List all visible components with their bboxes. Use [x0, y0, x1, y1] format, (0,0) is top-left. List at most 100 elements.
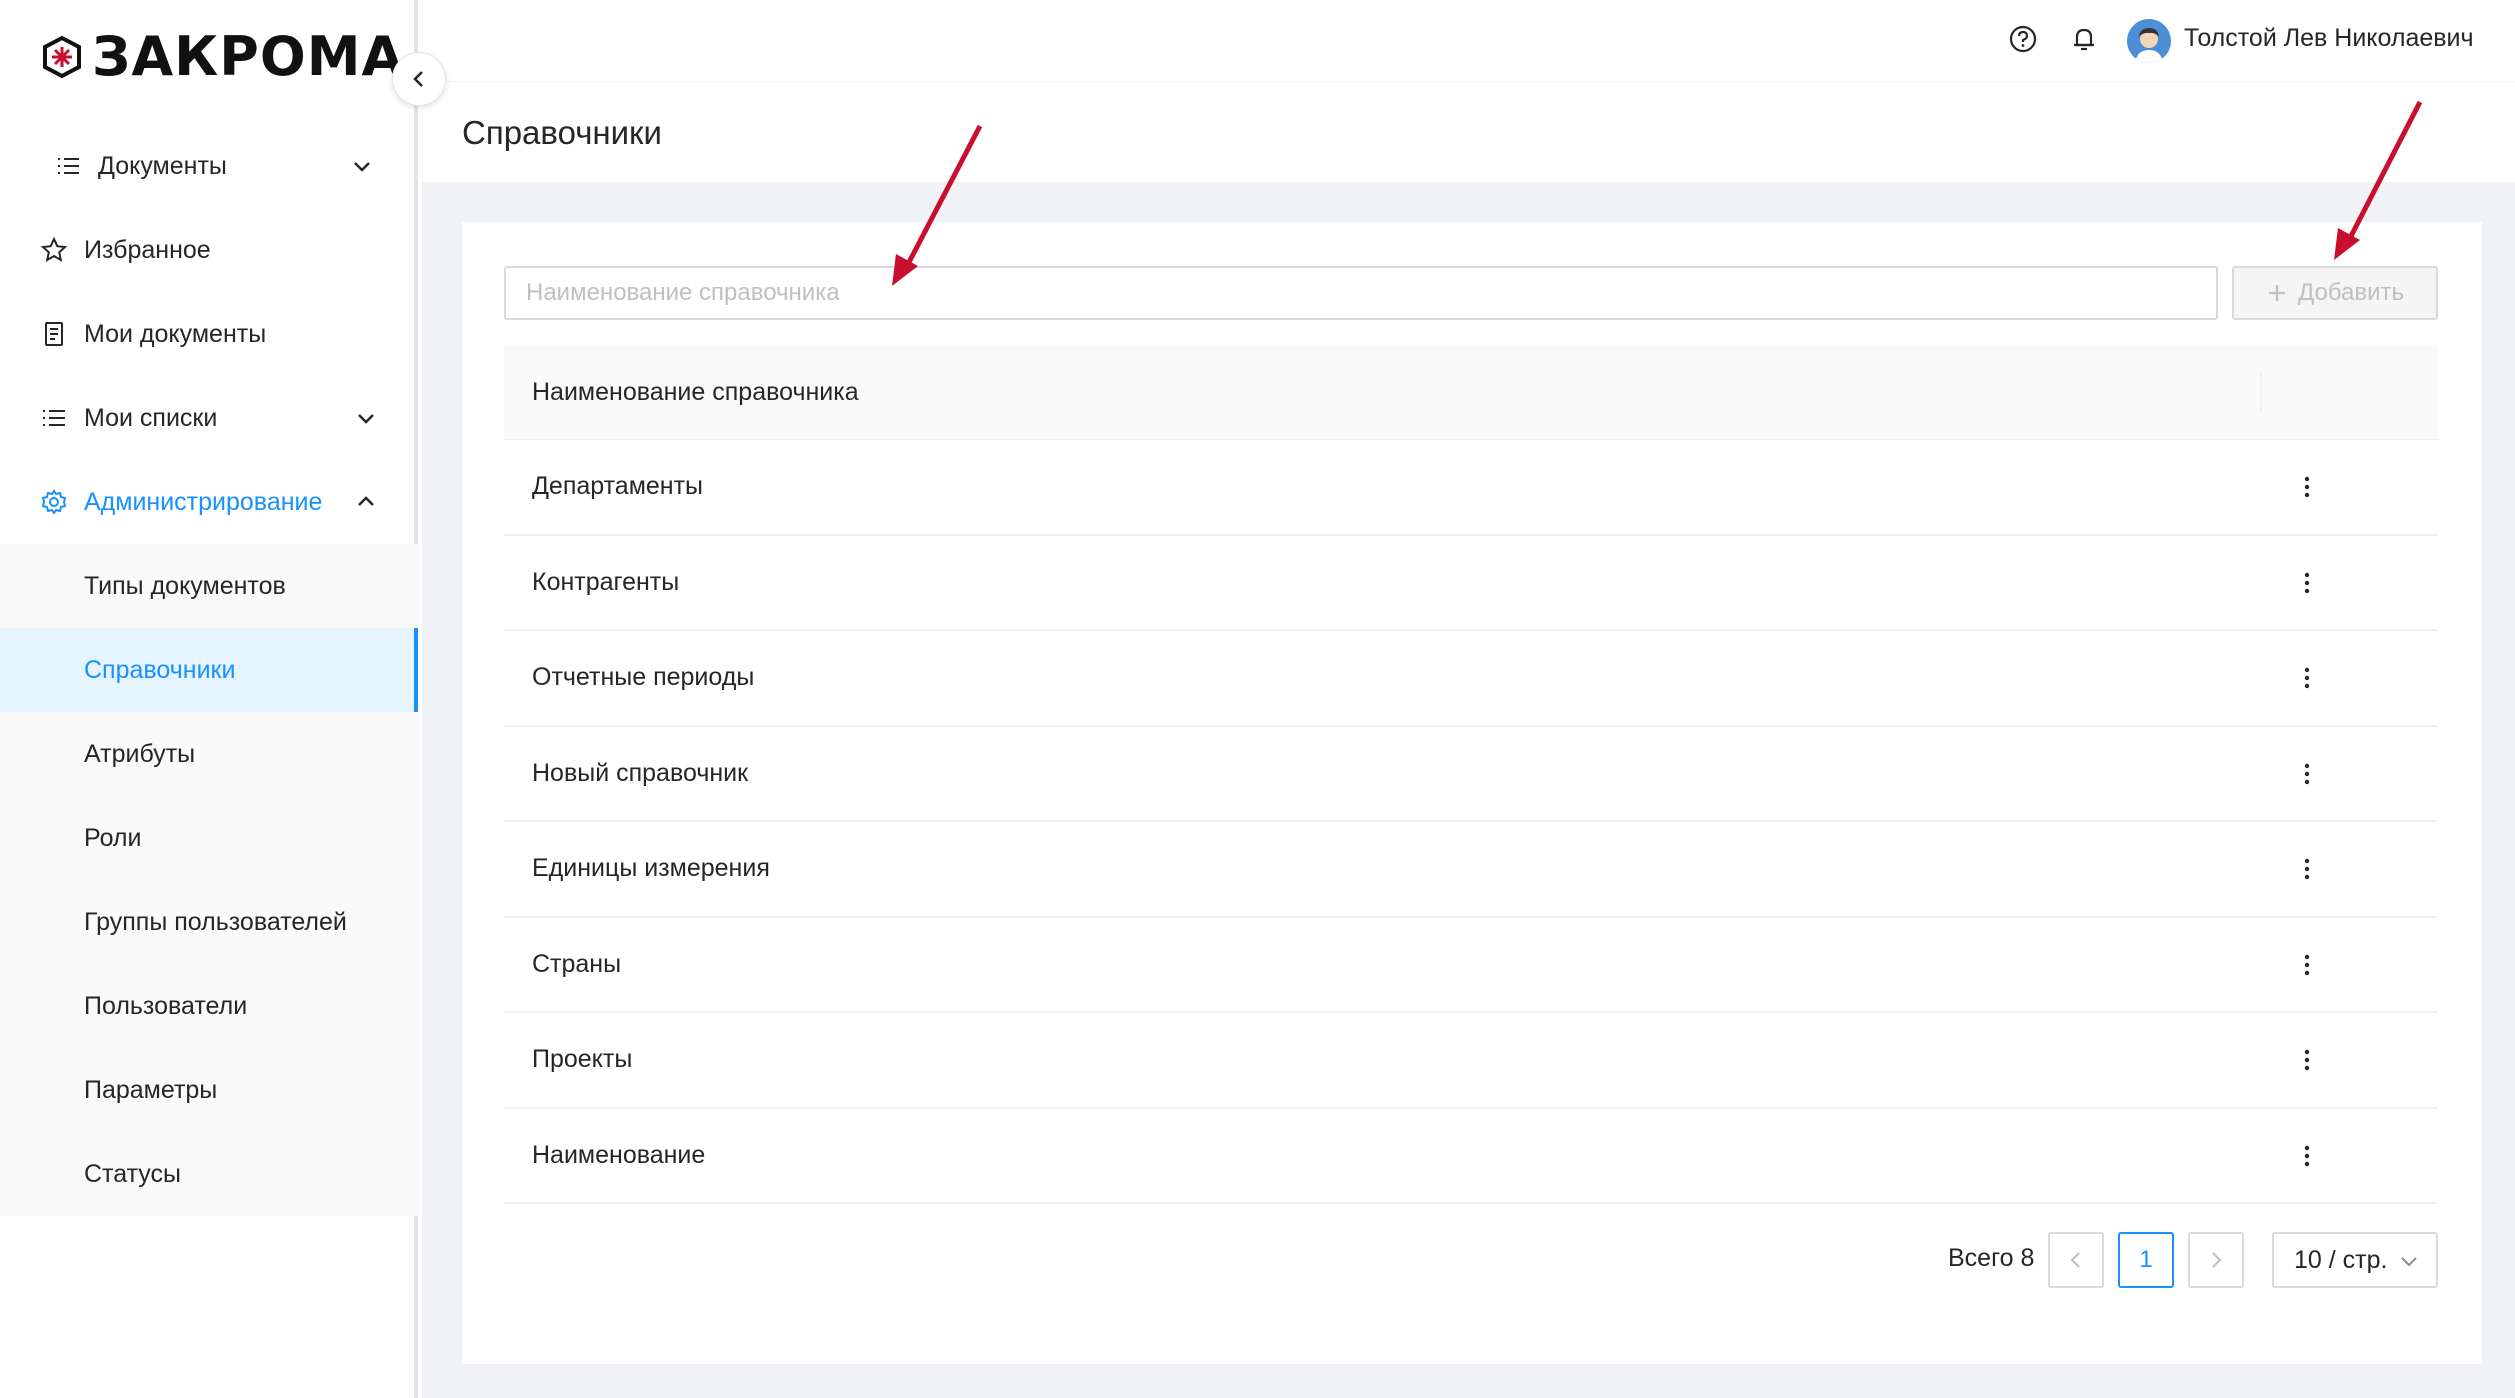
add-button[interactable]: Добавить: [2232, 266, 2438, 320]
sidebar: ЗАКРОМА Документы Избранное Мои документ…: [0, 0, 418, 1398]
column-divider: [2260, 373, 2262, 411]
sidebar-item-roles[interactable]: Роли: [0, 796, 418, 880]
pagination-total: Всего 8: [1948, 1244, 2035, 1272]
add-button-label: Добавить: [2297, 279, 2405, 306]
table-cell-name: Страны: [532, 949, 622, 978]
sidebar-item-label: Справочники: [84, 655, 236, 684]
sidebar-item-label: Группы пользователей: [84, 907, 347, 936]
page-header: Справочники: [422, 82, 2515, 182]
page-size-select[interactable]: 10 / стр.: [2272, 1232, 2438, 1288]
more-actions-button[interactable]: [2292, 854, 2322, 884]
more-vertical-icon: [2304, 476, 2310, 498]
sidebar-item-statuses[interactable]: Статусы: [0, 1132, 418, 1216]
sidebar-item-users[interactable]: Пользователи: [0, 964, 418, 1048]
table-row[interactable]: Проекты: [504, 1013, 2438, 1109]
table-cell-name: Единицы измерения: [532, 854, 770, 883]
page-title: Справочники: [462, 114, 662, 151]
sidebar-item-label: Статусы: [84, 1159, 181, 1188]
user-name[interactable]: Толстой Лев Николаевич: [2184, 24, 2474, 53]
sidebar-item-label: Мои документы: [84, 319, 267, 348]
chevron-down-icon: [358, 414, 374, 424]
sidebar-item-label: Параметры: [84, 1075, 218, 1104]
more-actions-button[interactable]: [2292, 759, 2322, 789]
search-input[interactable]: [504, 266, 2218, 320]
gear-icon: [41, 489, 67, 515]
more-vertical-icon: [2304, 667, 2310, 689]
more-vertical-icon: [2304, 1049, 2310, 1071]
list-icon: [58, 158, 79, 174]
chevron-down-icon: [354, 162, 370, 172]
sidebar-item-documents[interactable]: Документы: [0, 124, 418, 208]
pagination-page-1[interactable]: 1: [2118, 1232, 2174, 1288]
sidebar-collapse-button[interactable]: [392, 52, 446, 106]
table-row[interactable]: Наименование: [504, 1109, 2438, 1204]
more-actions-button[interactable]: [2292, 472, 2322, 502]
logo-icon: [43, 35, 81, 79]
pagination-prev-button[interactable]: [2048, 1232, 2104, 1288]
more-vertical-icon: [2304, 572, 2310, 593]
sidebar-item-attributes[interactable]: Атрибуты: [0, 712, 418, 796]
more-vertical-icon: [2304, 858, 2310, 880]
annotation-arrow-search: [892, 124, 983, 286]
chevron-left-icon: [2070, 1252, 2080, 1268]
sidebar-item-user-groups[interactable]: Группы пользователей: [0, 880, 418, 964]
sidebar-item-my-lists[interactable]: Мои списки: [0, 376, 418, 460]
more-actions-button[interactable]: [2292, 1141, 2322, 1171]
table-row[interactable]: Отчетные периоды: [504, 631, 2438, 727]
table-cell-name: Контрагенты: [532, 567, 680, 596]
help-icon: [2009, 25, 2037, 53]
sidebar-item-parameters[interactable]: Параметры: [0, 1048, 418, 1132]
table-row[interactable]: Новый справочник: [504, 727, 2438, 822]
plus-icon: [2268, 285, 2285, 301]
sidebar-item-administration[interactable]: Администрирование: [0, 460, 418, 544]
sidebar-item-directories[interactable]: Справочники: [0, 628, 418, 712]
table-cell-name: Новый справочник: [532, 758, 749, 787]
table-cell-name: Департаменты: [532, 472, 704, 501]
chevron-up-icon: [358, 496, 374, 506]
table-cell-name: Проекты: [532, 1045, 633, 1074]
sidebar-item-label: Администрирование: [84, 487, 323, 516]
top-header: Толстой Лев Николаевич: [422, 0, 2515, 82]
annotation-arrow-add: [2334, 100, 2423, 260]
logo[interactable]: ЗАКРОМА: [40, 28, 404, 86]
notifications-button[interactable]: [2067, 22, 2101, 56]
help-button[interactable]: [2006, 22, 2040, 56]
table-cell-name: Отчетные периоды: [532, 663, 755, 692]
chevron-left-icon: [413, 71, 423, 87]
sidebar-item-label: Избранное: [84, 235, 211, 264]
more-actions-button[interactable]: [2292, 1045, 2322, 1075]
pagination-next-button[interactable]: [2188, 1232, 2244, 1288]
table-header: Наименование справочника: [504, 345, 2438, 440]
sidebar-item-my-documents[interactable]: Мои документы: [0, 292, 418, 376]
more-vertical-icon: [2304, 954, 2310, 975]
more-actions-button[interactable]: [2292, 663, 2322, 693]
sidebar-item-label: Документы: [98, 151, 227, 180]
list-icon: [43, 410, 65, 426]
sidebar-item-label: Мои списки: [84, 403, 218, 432]
bell-icon: [2074, 28, 2094, 51]
logo-text: ЗАКРОМА: [92, 25, 405, 88]
chevron-right-icon: [2212, 1252, 2222, 1268]
column-header-name: Наименование справочника: [532, 377, 859, 406]
sidebar-item-favorites[interactable]: Избранное: [0, 208, 418, 292]
sidebar-item-document-types[interactable]: Типы документов: [0, 544, 418, 628]
admin-submenu: Типы документов Справочники Атрибуты Рол…: [0, 544, 418, 1216]
more-vertical-icon: [2304, 1145, 2310, 1166]
table-row[interactable]: Департаменты: [504, 440, 2438, 536]
table-row[interactable]: Страны: [504, 918, 2438, 1013]
more-vertical-icon: [2304, 763, 2310, 784]
more-actions-button[interactable]: [2292, 950, 2322, 980]
chevron-down-icon: [2401, 1257, 2417, 1267]
sidebar-item-label: Роли: [84, 823, 142, 852]
table-body: Департаменты Контрагенты Отчетные периоды Н…: [504, 440, 2438, 1204]
sidebar-item-label: Атрибуты: [84, 739, 196, 768]
directories-table: Наименование справочника Департаменты Кон…: [504, 345, 2438, 1204]
table-row[interactable]: Единицы измерения: [504, 822, 2438, 918]
more-actions-button[interactable]: [2292, 568, 2322, 598]
page-size-value: 10 / стр.: [2294, 1245, 2388, 1274]
document-icon: [45, 322, 63, 346]
table-row[interactable]: Контрагенты: [504, 536, 2438, 631]
star-icon: [40, 236, 68, 263]
sidebar-item-label: Типы документов: [84, 571, 286, 600]
avatar[interactable]: [2127, 19, 2171, 63]
